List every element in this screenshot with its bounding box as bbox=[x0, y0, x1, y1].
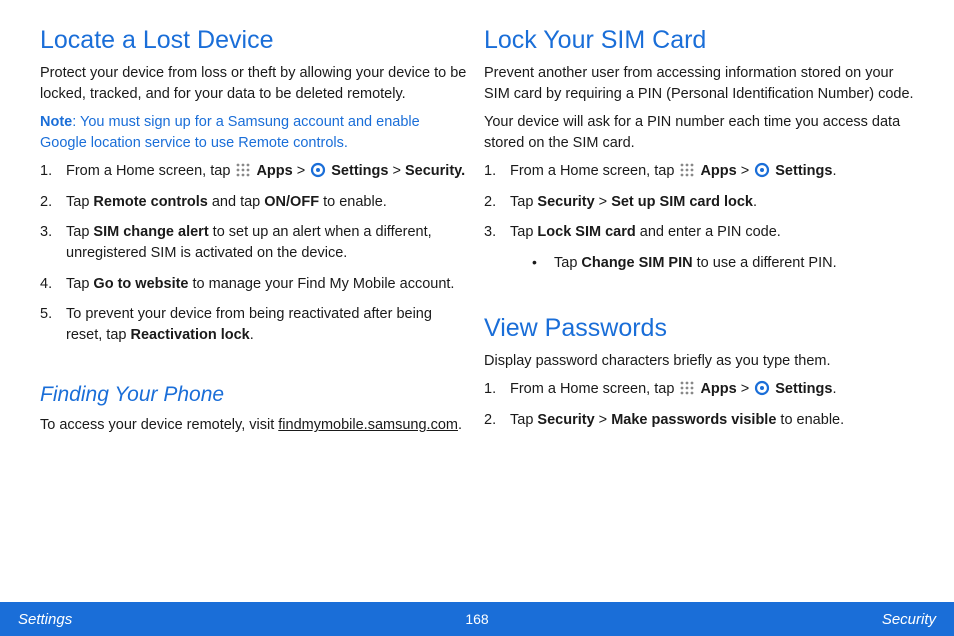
bullets-change-pin: Tap Change SIM PIN to use a different PI… bbox=[510, 253, 914, 274]
t5: to enable. bbox=[319, 194, 387, 210]
intro-locate: Protect your device from loss or theft b… bbox=[40, 63, 470, 104]
t2: Security bbox=[537, 412, 594, 428]
apps-label: Apps bbox=[256, 163, 292, 179]
settings-label: Settings bbox=[775, 163, 832, 179]
heading-view-pw: View Passwords bbox=[484, 314, 914, 343]
t4: Make passwords visible bbox=[611, 412, 776, 428]
intro-lock-1: Prevent another user from accessing info… bbox=[484, 63, 914, 104]
sep2: > bbox=[388, 163, 405, 179]
section-locate-lost-device: Locate a Lost Device Protect your device… bbox=[40, 24, 470, 355]
t2: Security bbox=[537, 194, 594, 210]
steps-locate: From a Home screen, tap Apps > Settings … bbox=[40, 161, 470, 345]
step-5: To prevent your device from being reacti… bbox=[40, 304, 470, 345]
steps-lock-sim: From a Home screen, tap Apps > Settings.… bbox=[484, 161, 914, 273]
dot: . bbox=[832, 381, 836, 397]
t1: Tap bbox=[66, 194, 93, 210]
step-2: Tap Security > Set up SIM card lock. bbox=[484, 192, 914, 213]
sep: > bbox=[737, 163, 754, 179]
t1: Tap bbox=[510, 412, 537, 428]
t5: to enable. bbox=[776, 412, 844, 428]
step-4: Tap Go to website to manage your Find My… bbox=[40, 274, 470, 295]
heading-lock-sim: Lock Your SIM Card bbox=[484, 26, 914, 55]
heading-finding: Finding Your Phone bbox=[40, 383, 470, 407]
settings-label: Settings bbox=[331, 163, 388, 179]
t3: . bbox=[250, 327, 254, 343]
dot: . bbox=[832, 163, 836, 179]
footer-bar: Settings 168 Security bbox=[0, 602, 954, 636]
intro-lock-2: Your device will ask for a PIN number ea… bbox=[484, 112, 914, 153]
t1: Tap bbox=[510, 194, 537, 210]
t1: Tap bbox=[66, 224, 93, 240]
sep: > bbox=[737, 381, 754, 397]
apps-icon bbox=[679, 162, 695, 178]
step-2: Tap Remote controls and tap ON/OFF to en… bbox=[40, 192, 470, 213]
t1: Tap bbox=[510, 224, 537, 240]
page-number: 168 bbox=[465, 611, 488, 627]
t3: to use a different PIN. bbox=[693, 255, 837, 271]
section-view-passwords: View Passwords Display password characte… bbox=[484, 312, 914, 441]
intro-view-pw: Display password characters briefly as y… bbox=[484, 351, 914, 372]
security-label: Security. bbox=[405, 163, 465, 179]
right-column: Lock Your SIM Card Prevent another user … bbox=[484, 24, 914, 592]
t2: SIM change alert bbox=[93, 224, 208, 240]
apps-label: Apps bbox=[700, 163, 736, 179]
t2: Reactivation lock bbox=[130, 327, 249, 343]
step-1: From a Home screen, tap Apps > Settings … bbox=[40, 161, 470, 182]
t1: Tap bbox=[66, 276, 93, 292]
link-findmymobile[interactable]: findmymobile.samsung.com bbox=[278, 417, 458, 433]
note-locate: Note: You must sign up for a Samsung acc… bbox=[40, 112, 470, 153]
note-label: Note bbox=[40, 114, 72, 130]
text: From a Home screen, tap bbox=[510, 163, 678, 179]
t3: and tap bbox=[208, 194, 264, 210]
apps-label: Apps bbox=[700, 381, 736, 397]
finding-body: To access your device remotely, visit fi… bbox=[40, 415, 470, 436]
settings-label: Settings bbox=[775, 381, 832, 397]
t5: . bbox=[753, 194, 757, 210]
t3: > bbox=[595, 412, 612, 428]
steps-view-pw: From a Home screen, tap Apps > Settings.… bbox=[484, 379, 914, 430]
apps-icon bbox=[235, 162, 251, 178]
section-lock-sim: Lock Your SIM Card Prevent another user … bbox=[484, 24, 914, 284]
section-finding-phone: Finding Your Phone To access your device… bbox=[40, 365, 470, 444]
step-1: From a Home screen, tap Apps > Settings. bbox=[484, 161, 914, 182]
bullet-1: Tap Change SIM PIN to use a different PI… bbox=[532, 253, 914, 274]
heading-locate: Locate a Lost Device bbox=[40, 26, 470, 55]
t1: To access your device remotely, visit bbox=[40, 417, 278, 433]
apps-icon bbox=[679, 380, 695, 396]
page: Locate a Lost Device Protect your device… bbox=[0, 0, 954, 636]
step-3: Tap Lock SIM card and enter a PIN code. … bbox=[484, 222, 914, 273]
settings-icon bbox=[754, 380, 770, 396]
text: From a Home screen, tap bbox=[510, 381, 678, 397]
t2: Remote controls bbox=[93, 194, 207, 210]
t3: . bbox=[458, 417, 462, 433]
t2: Change SIM PIN bbox=[581, 255, 692, 271]
t4: ON/OFF bbox=[264, 194, 319, 210]
content-area: Locate a Lost Device Protect your device… bbox=[0, 0, 954, 602]
t2: Lock SIM card bbox=[537, 224, 635, 240]
t1: Tap bbox=[554, 255, 581, 271]
sep: > bbox=[293, 163, 310, 179]
t2: Go to website bbox=[93, 276, 188, 292]
step-3: Tap SIM change alert to set up an alert … bbox=[40, 222, 470, 263]
step-1: From a Home screen, tap Apps > Settings. bbox=[484, 379, 914, 400]
t4: Set up SIM card lock bbox=[611, 194, 753, 210]
footer-left: Settings bbox=[18, 611, 72, 628]
left-column: Locate a Lost Device Protect your device… bbox=[40, 24, 470, 592]
step-2: Tap Security > Make passwords visible to… bbox=[484, 410, 914, 431]
note-body: : You must sign up for a Samsung account… bbox=[40, 114, 420, 151]
footer-right: Security bbox=[882, 611, 936, 628]
settings-icon bbox=[310, 162, 326, 178]
t3: and enter a PIN code. bbox=[636, 224, 781, 240]
text: From a Home screen, tap bbox=[66, 163, 234, 179]
settings-icon bbox=[754, 162, 770, 178]
t3: to manage your Find My Mobile account. bbox=[189, 276, 455, 292]
t3: > bbox=[595, 194, 612, 210]
